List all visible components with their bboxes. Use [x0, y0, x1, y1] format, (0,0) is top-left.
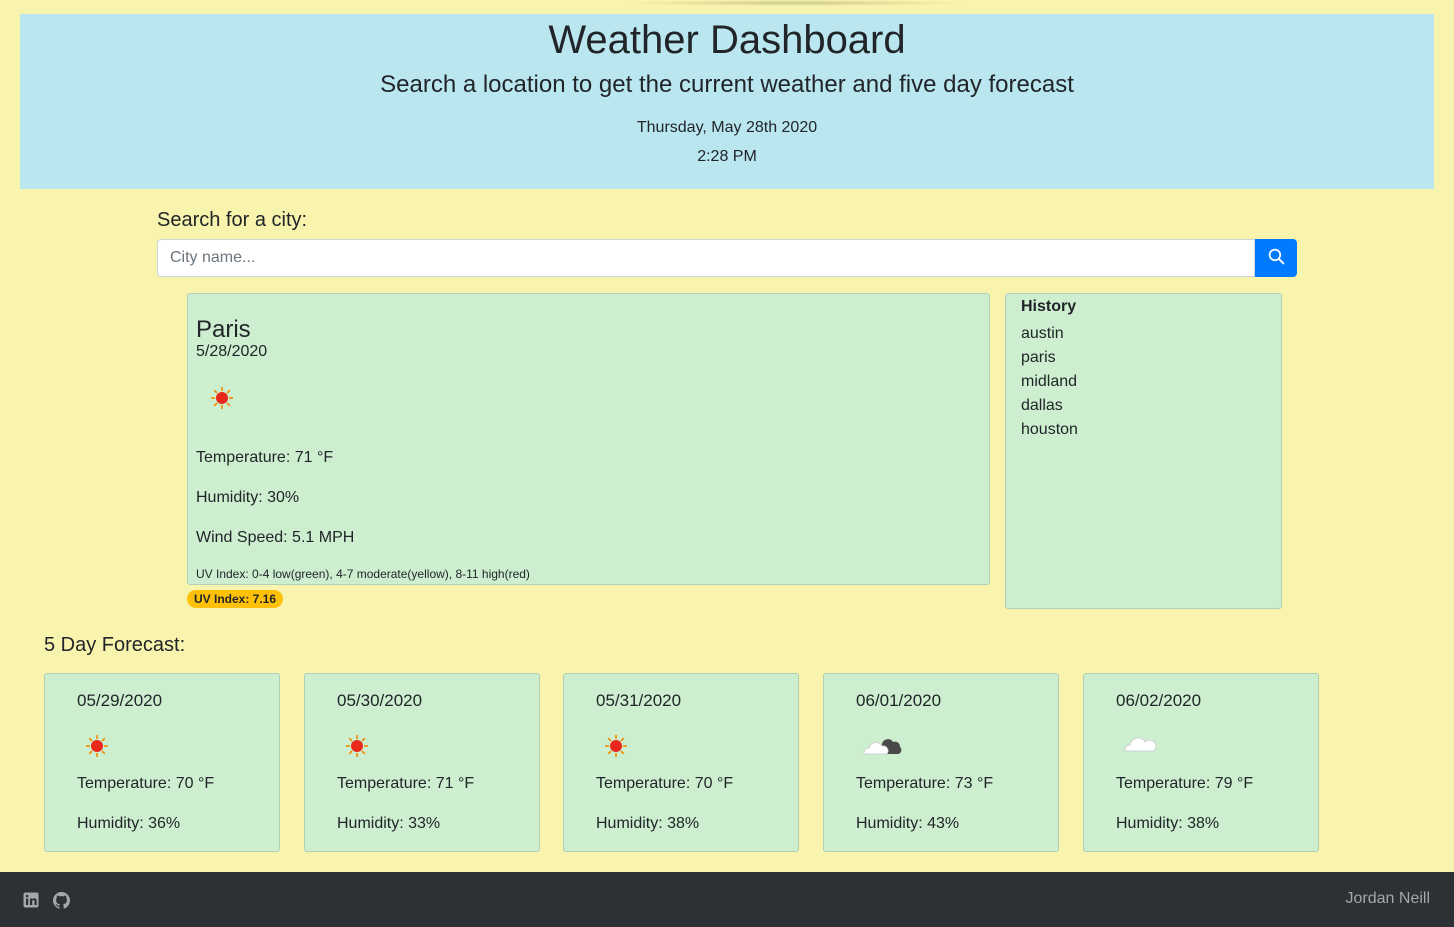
- forecast-humidity: Humidity: 38%: [1116, 815, 1220, 832]
- forecast-card: 06/01/2020 Temperature: 73 °F Humidity: …: [823, 673, 1059, 852]
- forecast-card: 05/29/2020 Temperature: 70 °F Humidity: …: [44, 673, 280, 852]
- footer-author: Jordan Neill: [1345, 890, 1430, 907]
- github-icon[interactable]: [53, 892, 70, 914]
- forecast-date: 05/29/2020: [77, 691, 163, 710]
- forecast-temperature: Temperature: 70 °F: [77, 775, 215, 792]
- uv-index-legend: UV Index: 0-4 low(green), 4-7 moderate(y…: [196, 567, 530, 581]
- sun-icon: [85, 734, 109, 763]
- sun-icon: [604, 734, 628, 763]
- current-wind-speed: Wind Speed: 5.1 MPH: [196, 529, 355, 546]
- history-item[interactable]: dallas: [1021, 394, 1078, 418]
- forecast-temperature: Temperature: 79 °F: [1116, 775, 1254, 792]
- history-item[interactable]: midland: [1021, 370, 1078, 394]
- forecast-temperature: Temperature: 70 °F: [596, 775, 734, 792]
- history-item[interactable]: austin: [1021, 322, 1078, 346]
- history-list: austin paris midland dallas houston: [1021, 322, 1078, 442]
- search-history-panel: History austin paris midland dallas hous…: [1005, 293, 1282, 609]
- page-header: Weather Dashboard Search a location to g…: [20, 14, 1434, 189]
- top-shadow: [620, 0, 970, 6]
- current-time: 2:28 PM: [697, 148, 757, 165]
- sun-icon: [210, 386, 234, 415]
- page-subtitle: Search a location to get the current wea…: [380, 71, 1074, 98]
- forecast-date: 06/02/2020: [1116, 691, 1202, 710]
- uv-index-badge: UV Index: 7.16: [187, 590, 284, 608]
- search-button[interactable]: [1255, 239, 1297, 277]
- forecast-humidity: Humidity: 33%: [337, 815, 441, 832]
- current-weather-card: Paris 5/28/2020 Temperature: 71 °F Humid…: [187, 293, 990, 585]
- page-title: Weather Dashboard: [548, 18, 906, 62]
- forecast-card: 06/02/2020 Temperature: 79 °F Humidity: …: [1083, 673, 1319, 852]
- forecast-temperature: Temperature: 73 °F: [856, 775, 994, 792]
- city-name: Paris: [196, 316, 251, 343]
- forecast-humidity: Humidity: 36%: [77, 815, 181, 832]
- city-search-input[interactable]: [157, 239, 1255, 277]
- forecast-date: 06/01/2020: [856, 691, 942, 710]
- forecast-humidity: Humidity: 38%: [596, 815, 700, 832]
- current-weather-date: 5/28/2020: [196, 343, 268, 360]
- history-title: History: [1021, 298, 1077, 315]
- cloud-icon: [1122, 734, 1158, 759]
- current-date: Thursday, May 28th 2020: [636, 119, 818, 136]
- current-temperature: Temperature: 71 °F: [196, 449, 334, 466]
- forecast-heading: 5 Day Forecast:: [44, 634, 186, 656]
- history-item[interactable]: houston: [1021, 418, 1078, 442]
- history-item[interactable]: paris: [1021, 346, 1078, 370]
- forecast-card: 05/30/2020 Temperature: 71 °F Humidity: …: [304, 673, 540, 852]
- linkedin-icon[interactable]: [23, 892, 39, 913]
- page-footer: Jordan Neill: [0, 872, 1454, 927]
- search-label: Search for a city:: [157, 209, 308, 231]
- forecast-date: 05/30/2020: [337, 691, 423, 710]
- forecast-date: 05/31/2020: [596, 691, 682, 710]
- forecast-card: 05/31/2020 Temperature: 70 °F Humidity: …: [563, 673, 799, 852]
- forecast-temperature: Temperature: 71 °F: [337, 775, 475, 792]
- forecast-humidity: Humidity: 43%: [856, 815, 960, 832]
- search-icon: [1268, 248, 1285, 268]
- current-humidity: Humidity: 30%: [196, 489, 300, 506]
- broken-clouds-icon: [860, 732, 904, 763]
- sun-icon: [345, 734, 369, 763]
